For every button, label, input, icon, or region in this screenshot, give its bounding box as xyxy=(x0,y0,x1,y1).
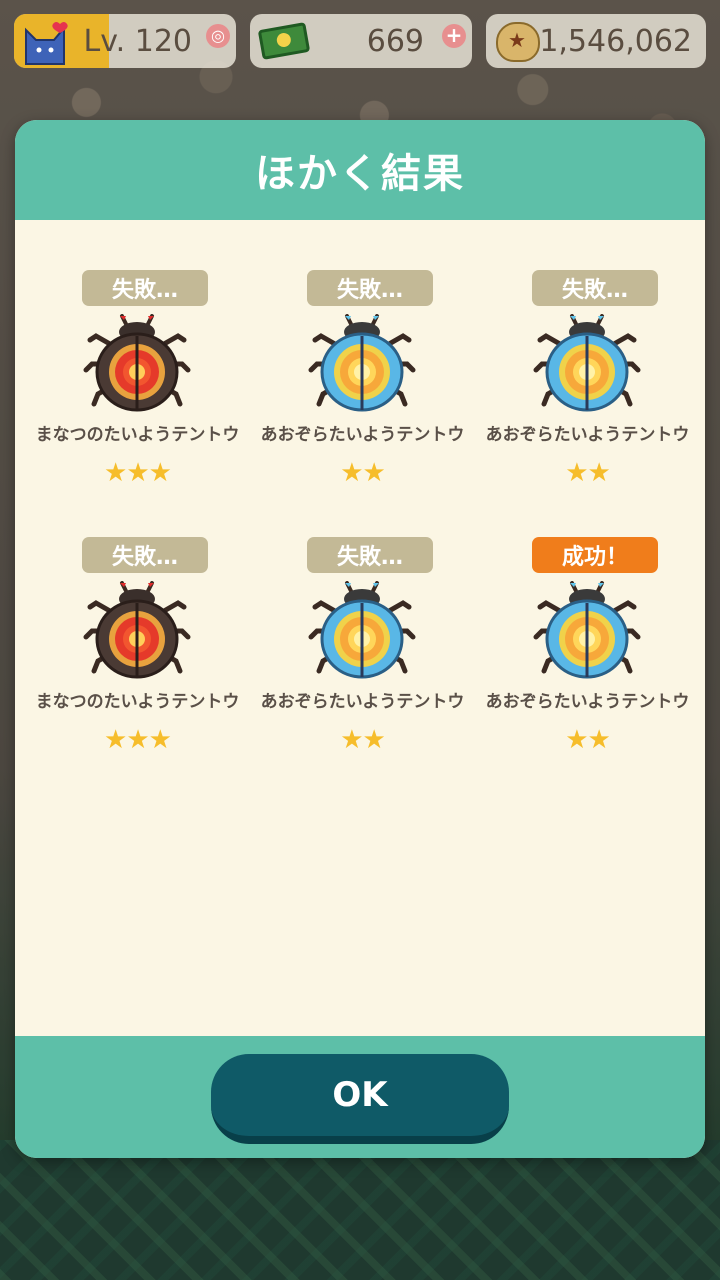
results-row: 失敗… まなつのたいようテントウ ★★★ 失敗… あおぞらたいようテントウ ★★… xyxy=(25,270,700,537)
ladybug-blue-icon xyxy=(307,581,417,681)
dialog-footer: OK xyxy=(15,1036,705,1158)
bell-bag-icon xyxy=(496,22,540,62)
bug-name: あおぞらたいようテントウ xyxy=(260,692,465,712)
bells-pill[interactable]: 1,546,062 xyxy=(486,14,706,68)
friend-request-icon[interactable]: ◎ xyxy=(206,24,230,48)
results-grid: 失敗… まなつのたいようテントウ ★★★ 失敗… あおぞらたいようテントウ ★★… xyxy=(25,270,700,804)
catch-results-dialog: ほかく結果 失敗… まなつのたいようテントウ ★★★ 失敗… あおぞらたいようテ… xyxy=(15,120,705,1158)
bug-name: あおぞらたいようテントウ xyxy=(485,425,690,445)
bug-name: まなつのたいようテントウ xyxy=(35,692,240,712)
result-card: 失敗… あおぞらたいようテントウ ★★ xyxy=(250,537,475,804)
status-badge: 失敗… xyxy=(307,270,433,306)
results-row: 失敗… まなつのたいようテントウ ★★★ 失敗… あおぞらたいようテントウ ★★… xyxy=(25,537,700,804)
ladybug-blue-icon xyxy=(532,581,642,681)
leaf-ticket-pill[interactable]: 669 + xyxy=(250,14,472,68)
rarity-stars: ★★ xyxy=(340,725,386,755)
bug-name: まなつのたいようテントウ xyxy=(35,425,240,445)
dialog-header: ほかく結果 xyxy=(15,120,705,220)
status-badge-success: 成功！ xyxy=(532,537,658,573)
bug-name: あおぞらたいようテントウ xyxy=(260,425,465,445)
rarity-stars: ★★ xyxy=(565,725,611,755)
dialog-title: ほかく結果 xyxy=(255,151,465,197)
result-card: 失敗… あおぞらたいようテントウ ★★ xyxy=(250,270,475,537)
add-tickets-icon[interactable]: + xyxy=(442,24,466,48)
level-pill[interactable]: Lv. 120 ◎ xyxy=(14,14,236,68)
bug-name: あおぞらたいようテントウ xyxy=(485,692,690,712)
result-card: 失敗… まなつのたいようテントウ ★★★ xyxy=(25,537,250,804)
top-hud: Lv. 120 ◎ 669 + 1,546,062 xyxy=(14,14,706,70)
result-card: 失敗… あおぞらたいようテントウ ★★ xyxy=(475,270,700,537)
status-badge: 失敗… xyxy=(307,537,433,573)
bells-count: 1,546,062 xyxy=(539,23,692,59)
status-badge: 失敗… xyxy=(82,537,208,573)
rarity-stars: ★★★ xyxy=(104,458,172,488)
ladybug-blue-icon xyxy=(532,314,642,414)
result-card: 失敗… まなつのたいようテントウ ★★★ xyxy=(25,270,250,537)
status-badge: 失敗… xyxy=(82,270,208,306)
ladybug-red-icon xyxy=(82,314,192,414)
result-card: 成功！ あおぞらたいようテントウ ★★ xyxy=(475,537,700,804)
status-badge: 失敗… xyxy=(532,270,658,306)
level-value: Lv. 120 xyxy=(83,23,192,59)
rarity-stars: ★★ xyxy=(340,458,386,488)
ok-button[interactable]: OK xyxy=(211,1054,509,1144)
ladybug-red-icon xyxy=(82,581,192,681)
leaf-ticket-count: 669 xyxy=(366,23,424,59)
rarity-stars: ★★★ xyxy=(104,725,172,755)
ladybug-blue-icon xyxy=(307,314,417,414)
rarity-stars: ★★ xyxy=(565,458,611,488)
leaf-ticket-icon xyxy=(257,22,311,60)
cat-avatar-icon xyxy=(25,22,68,65)
